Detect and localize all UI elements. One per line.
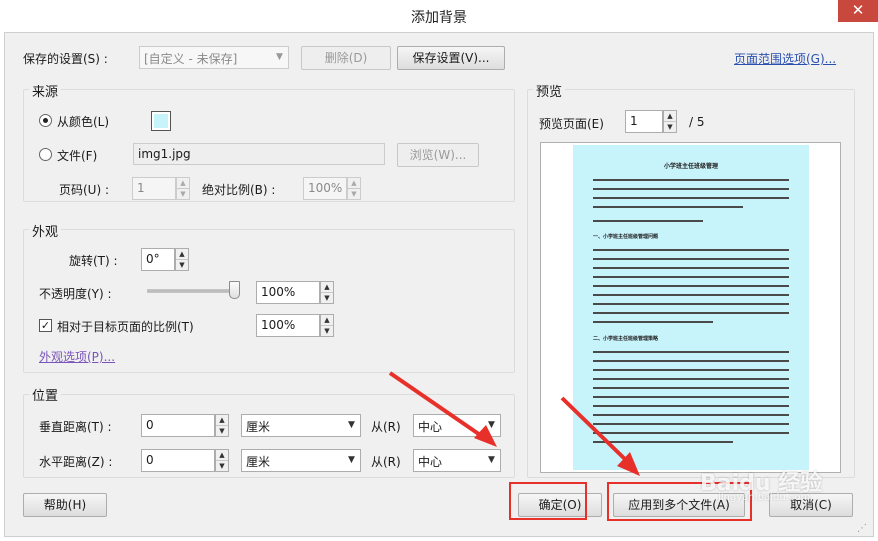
absolute-scale-label: 绝对比例(B) : [202,183,276,197]
preview-doc-section: 一、小学班主任班级管理问题 [593,234,659,240]
opacity-slider-track[interactable] [147,289,239,293]
preview-page-total: / 5 [689,115,705,129]
spin-up-icon[interactable]: ▲ [348,178,360,189]
preview-group-title: 预览 [533,81,566,100]
browse-button[interactable]: 浏览(W)... [397,143,479,167]
spin-up-icon[interactable]: ▲ [176,249,188,260]
opacity-label: 不透明度(Y) : [39,287,112,301]
chevron-down-icon: ▼ [348,420,355,430]
relative-scale-checkbox[interactable]: ✓ [39,319,52,332]
position-group-title: 位置 [29,385,62,404]
delete-button[interactable]: 删除(D) [301,46,391,70]
vertical-unit-select[interactable]: 厘米 ▼ [241,414,361,437]
appearance-options-link[interactable]: 外观选项(P)... [39,348,115,365]
preview-page-spinner[interactable]: 1 ▲ ▼ [625,110,677,133]
add-background-dialog: 保存的设置(S) : [自定义 - 未保存] ▼ 删除(D) 保存设置(V)..… [4,32,874,537]
color-swatch-button[interactable] [151,111,171,131]
spin-down-icon[interactable]: ▼ [216,461,228,472]
saved-settings-label: 保存的设置(S) : [23,52,108,66]
preview-canvas: 小学班主任班级管理 一、小学班主任班级管理问题 二、小学班主任班级管理策略 [540,142,841,473]
page-range-options-link[interactable]: 页面范围选项(G)... [734,50,836,67]
vertical-from-label: 从(R) [371,420,401,434]
vertical-from-select[interactable]: 中心 ▼ [413,414,501,437]
opacity-spinner[interactable]: 100% ▲ ▼ [256,281,334,304]
horizontal-distance-spinner[interactable]: 0 ▲ ▼ [141,449,229,472]
file-radio[interactable] [39,148,52,161]
preview-doc-title: 小学班主任班级管理 [663,163,718,170]
preview-doc-subsection: 二、小学班主任班级管理策略 [593,336,659,342]
spin-down-icon[interactable]: ▼ [664,122,676,133]
color-swatch [154,114,168,128]
spin-down-icon[interactable]: ▼ [348,189,360,200]
opacity-slider-fill [148,290,238,292]
spin-up-icon[interactable]: ▲ [177,178,189,189]
spin-up-icon[interactable]: ▲ [321,282,333,293]
horizontal-distance-label: 水平距离(Z) : [39,455,113,469]
ok-button-highlight [509,482,587,520]
source-group-title: 来源 [29,81,62,100]
title-bar: 添加背景 ✕ [0,0,878,32]
checkmark-icon: ✓ [40,319,51,332]
spin-down-icon[interactable]: ▼ [177,189,189,200]
preview-page: 小学班主任班级管理 一、小学班主任班级管理问题 二、小学班主任班级管理策略 [573,145,809,470]
horizontal-from-label: 从(R) [371,455,401,469]
vertical-distance-spinner[interactable]: 0 ▲ ▼ [141,414,229,437]
relative-scale-spinner[interactable]: 100% ▲ ▼ [256,314,334,337]
horizontal-from-select[interactable]: 中心 ▼ [413,449,501,472]
relative-scale-label: 相对于目标页面的比例(T) [57,320,194,334]
help-button[interactable]: 帮助(H) [23,493,107,517]
file-path-field[interactable]: img1.jpg [133,143,385,165]
chevron-down-icon: ▼ [488,420,495,430]
chevron-down-icon: ▼ [348,455,355,465]
page-number-label: 页码(U) : [59,183,110,197]
vertical-distance-label: 垂直距离(T) : [39,420,112,434]
opacity-slider-thumb[interactable] [229,281,240,299]
chevron-down-icon: ▼ [276,52,283,62]
baidu-watermark-url: jingyan.baidu.com [718,492,811,503]
spin-up-icon[interactable]: ▲ [321,315,333,326]
spin-up-icon[interactable]: ▲ [664,111,676,122]
spin-down-icon[interactable]: ▼ [321,326,333,337]
chevron-down-icon: ▼ [488,455,495,465]
close-icon: ✕ [851,1,865,19]
resize-grip-icon[interactable]: ⋰ [857,523,869,535]
page-number-spinner[interactable]: 1 ▲ ▼ [132,177,190,200]
horizontal-unit-select[interactable]: 厘米 ▼ [241,449,361,472]
spin-up-icon[interactable]: ▲ [216,450,228,461]
save-settings-button[interactable]: 保存设置(V)... [397,46,505,70]
spin-down-icon[interactable]: ▼ [321,293,333,304]
saved-settings-select[interactable]: [自定义 - 未保存] ▼ [139,46,289,69]
close-button[interactable]: ✕ [838,0,878,22]
window-title: 添加背景 [411,10,467,26]
preview-page-label: 预览页面(E) [539,117,604,131]
appearance-group-title: 外观 [29,221,62,240]
rotation-spinner[interactable]: 0° ▲ ▼ [141,248,189,271]
rotation-label: 旋转(T) : [69,254,118,268]
absolute-scale-spinner[interactable]: 100% ▲ ▼ [303,177,361,200]
file-label: 文件(F) [57,149,98,163]
from-color-label: 从颜色(L) [57,115,110,129]
spin-down-icon[interactable]: ▼ [216,426,228,437]
from-color-radio[interactable] [39,114,52,127]
spin-up-icon[interactable]: ▲ [216,415,228,426]
spin-down-icon[interactable]: ▼ [176,260,188,271]
